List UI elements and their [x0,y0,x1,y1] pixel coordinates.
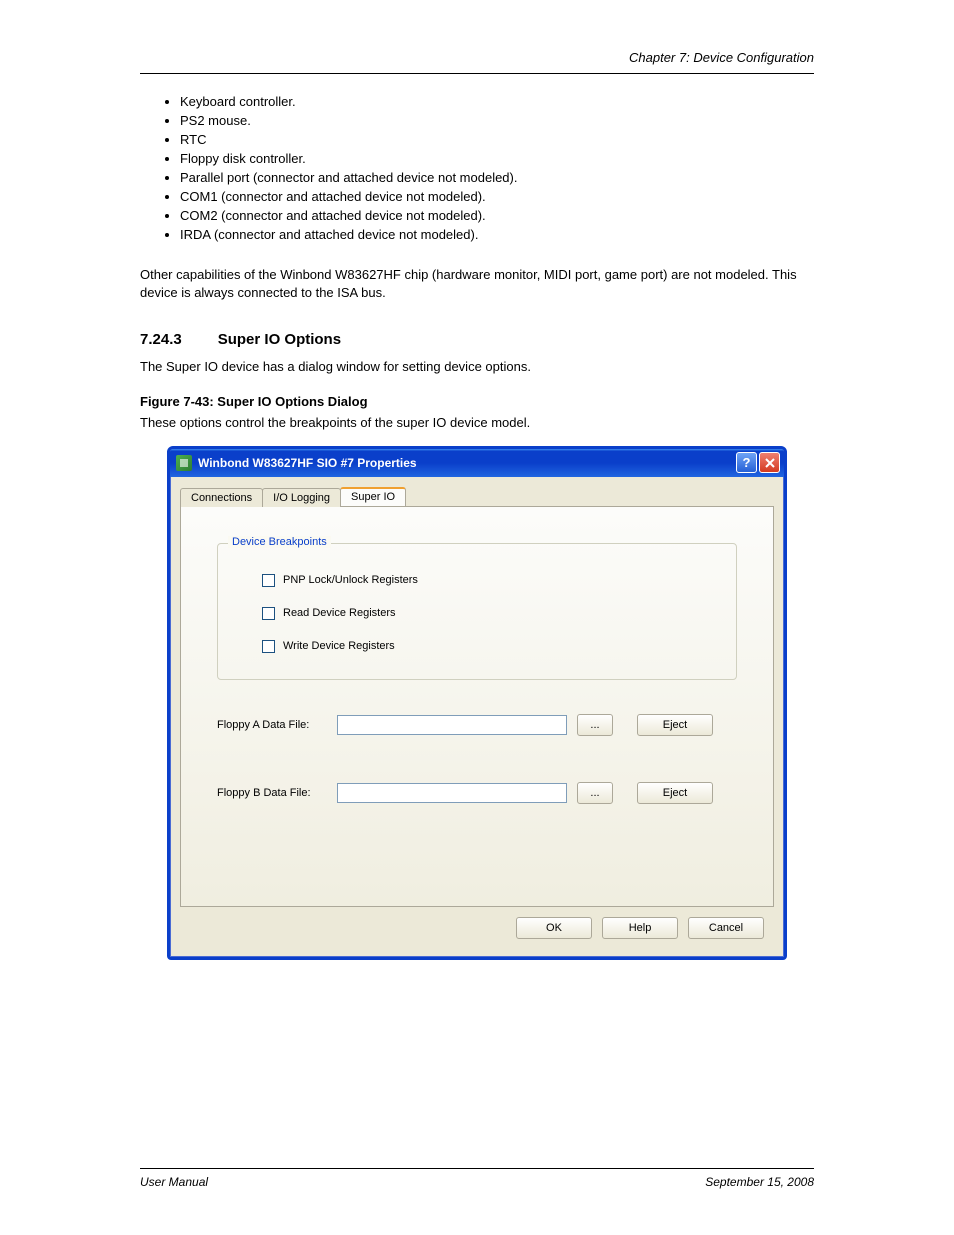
list-item: Floppy disk controller. [180,151,814,166]
device-breakpoints-group: Device Breakpoints PNP Lock/Unlock Regis… [217,543,737,680]
tab-super-io[interactable]: Super IO [340,487,406,506]
floppy-b-input[interactable] [337,783,567,803]
figure-subcaption: These options control the breakpoints of… [140,415,814,430]
paragraph: Other capabilities of the Winbond W83627… [140,266,814,301]
list-item: RTC [180,132,814,147]
tab-strip: Connections I/O Logging Super IO [180,487,774,507]
floppy-b-eject-button[interactable]: Eject [637,782,713,804]
checkbox-label: PNP Lock/Unlock Registers [283,574,418,586]
help-icon[interactable]: ? [736,452,757,473]
floppy-a-label: Floppy A Data File: [217,719,337,731]
properties-dialog: Winbond W83627HF SIO #7 Properties ? Con… [167,446,787,960]
list-item: Parallel port (connector and attached de… [180,170,814,185]
floppy-a-row: Floppy A Data File: ... Eject [217,714,737,736]
floppy-b-row: Floppy B Data File: ... Eject [217,782,737,804]
section-heading: 7.24.3 Super IO Options [140,331,814,348]
paragraph: The Super IO device has a dialog window … [140,358,814,376]
titlebar[interactable]: Winbond W83627HF SIO #7 Properties ? [170,449,784,477]
help-button[interactable]: Help [602,917,678,939]
floppy-a-browse-button[interactable]: ... [577,714,613,736]
list-item: COM2 (connector and attached device not … [180,208,814,223]
tab-io-logging[interactable]: I/O Logging [262,488,341,507]
read-registers-checkbox[interactable] [262,607,275,620]
cancel-button[interactable]: Cancel [688,917,764,939]
section-title: Super IO Options [218,331,341,348]
floppy-a-input[interactable] [337,715,567,735]
list-item: IRDA (connector and attached device not … [180,227,814,242]
footer-right: September 15, 2008 [705,1175,814,1189]
checkbox-label: Write Device Registers [283,640,395,652]
floppy-b-label: Floppy B Data File: [217,787,337,799]
chapter-header: Chapter 7: Device Configuration [140,50,814,65]
pnp-lock-checkbox[interactable] [262,574,275,587]
footer-left: User Manual [140,1175,208,1189]
list-item: COM1 (connector and attached device not … [180,189,814,204]
page-footer: User Manual September 15, 2008 [140,1168,814,1189]
groupbox-title: Device Breakpoints [228,536,331,548]
tab-connections[interactable]: Connections [180,488,263,507]
list-item: PS2 mouse. [180,113,814,128]
floppy-a-eject-button[interactable]: Eject [637,714,713,736]
floppy-b-browse-button[interactable]: ... [577,782,613,804]
section-number: 7.24.3 [140,331,182,348]
tab-panel: Device Breakpoints PNP Lock/Unlock Regis… [180,507,774,907]
dialog-button-row: OK Help Cancel [180,907,774,949]
feature-list: Keyboard controller. PS2 mouse. RTC Flop… [180,94,814,242]
write-registers-checkbox[interactable] [262,640,275,653]
close-icon[interactable] [759,452,780,473]
header-rule [140,73,814,74]
list-item: Keyboard controller. [180,94,814,109]
dialog-title: Winbond W83627HF SIO #7 Properties [198,456,734,470]
checkbox-label: Read Device Registers [283,607,396,619]
ok-button[interactable]: OK [516,917,592,939]
figure-caption: Figure 7-43: Super IO Options Dialog [140,394,814,409]
app-icon [176,455,192,471]
